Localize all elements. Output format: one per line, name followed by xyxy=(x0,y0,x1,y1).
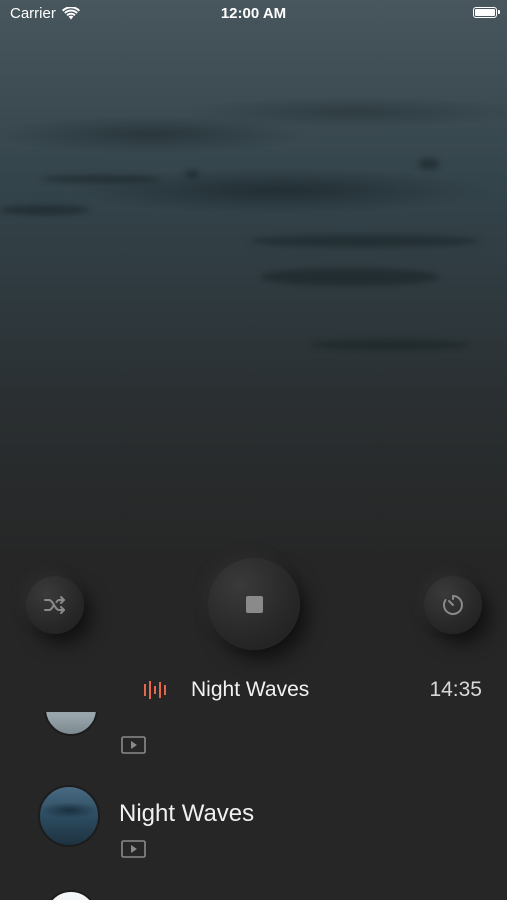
stop-icon xyxy=(245,595,263,613)
timer-icon xyxy=(443,595,463,615)
shuffle-icon xyxy=(44,596,65,614)
status-bar: Carrier 12:00 AM xyxy=(0,0,507,28)
sound-thumbnail xyxy=(38,785,100,847)
video-play-icon xyxy=(121,840,146,858)
video-play-icon xyxy=(121,736,146,754)
sound-thumbnail xyxy=(44,890,98,900)
list-item-title: Night Waves xyxy=(119,800,255,827)
audio-bars-icon xyxy=(144,681,166,699)
stop-button[interactable] xyxy=(208,558,300,650)
sound-list[interactable]: Night Waves xyxy=(0,712,507,900)
sleep-timer-button[interactable] xyxy=(424,576,482,634)
now-playing-time-remaining: 14:35 xyxy=(429,678,482,701)
hero-background-image xyxy=(0,0,507,560)
sound-thumbnail xyxy=(44,712,98,736)
status-time: 12:00 AM xyxy=(220,5,287,22)
now-playing-title: Night Waves xyxy=(191,678,310,701)
now-playing-bar[interactable]: Night Waves 14:35 xyxy=(0,672,507,708)
battery-icon xyxy=(473,7,500,18)
shuffle-button[interactable] xyxy=(26,576,84,634)
